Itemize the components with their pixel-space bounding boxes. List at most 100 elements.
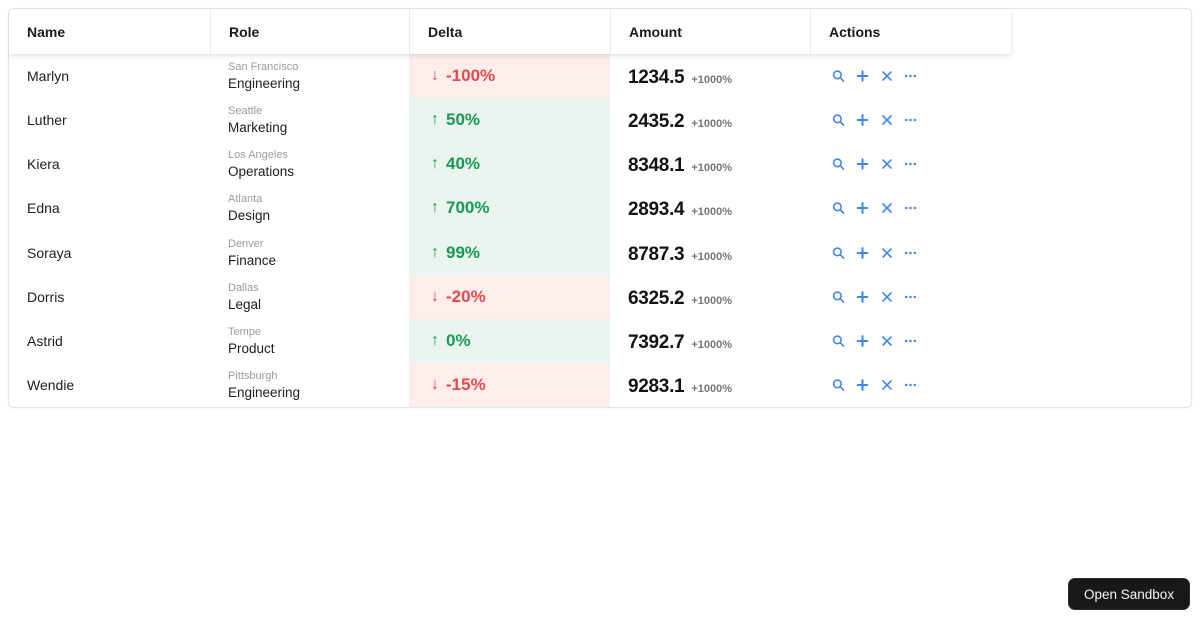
- person-department: Finance: [228, 252, 277, 268]
- amount-value: 8787.3: [628, 243, 685, 265]
- person-name: Luther: [27, 112, 67, 129]
- row-add-button[interactable]: [856, 114, 869, 127]
- row-close-button[interactable]: [880, 158, 893, 171]
- row-add-button[interactable]: [856, 246, 869, 259]
- delta-value: -100%: [446, 66, 496, 86]
- person-name: Marlyn: [27, 68, 70, 85]
- row-more-button[interactable]: [904, 70, 917, 83]
- row-close-button[interactable]: [880, 378, 893, 391]
- search-icon: [832, 70, 845, 82]
- trend-down-icon: ↓: [431, 375, 439, 393]
- row-more-button[interactable]: [904, 290, 917, 303]
- table-row: Wendie Pittsburgh Engineering ↓ -15% 928…: [9, 362, 1191, 407]
- search-icon: [832, 202, 845, 215]
- amount-change: +1000%: [691, 162, 733, 175]
- row-add-button[interactable]: [856, 202, 869, 215]
- amount-value: 9283.1: [628, 375, 685, 397]
- delta-cell: ↑ 0%: [409, 318, 610, 363]
- row-close-button[interactable]: [880, 114, 893, 127]
- amount-cell: 7392.7 +1000%: [610, 319, 810, 363]
- ellipsis-icon: [904, 339, 917, 343]
- person-department: Design: [228, 208, 271, 224]
- row-search-button[interactable]: [832, 202, 845, 215]
- trend-up-icon: ↑: [431, 155, 439, 173]
- close-icon: [881, 247, 892, 258]
- amount-change: +1000%: [691, 74, 733, 86]
- actions-cell: [810, 54, 1011, 98]
- row-search-button[interactable]: [832, 114, 845, 127]
- role-cell: San Francisco Engineering: [210, 54, 409, 98]
- row-search-button[interactable]: [832, 290, 845, 303]
- row-more-button[interactable]: [904, 202, 917, 215]
- amount-change: +1000%: [691, 250, 733, 263]
- row-more-button[interactable]: [904, 158, 917, 171]
- row-add-button[interactable]: [856, 290, 869, 303]
- delta-value: 50%: [446, 110, 481, 130]
- row-search-button[interactable]: [832, 334, 845, 347]
- column-header-amount: Amount: [610, 9, 810, 54]
- delta-value: 40%: [446, 154, 481, 174]
- table-body: Marlyn San Francisco Engineering ↓ -100%…: [9, 54, 1191, 407]
- table-row: Marlyn San Francisco Engineering ↓ -100%…: [9, 54, 1191, 99]
- name-cell: Astrid: [9, 319, 210, 363]
- row-add-button[interactable]: [856, 70, 869, 83]
- amount-change: +1000%: [691, 382, 733, 395]
- actions-cell: [810, 186, 1011, 230]
- open-sandbox-button[interactable]: Open Sandbox: [1068, 578, 1191, 610]
- delta-cell: ↑ 40%: [409, 142, 610, 187]
- row-add-button[interactable]: [856, 378, 869, 391]
- person-name: Wendie: [27, 376, 75, 393]
- row-close-button[interactable]: [880, 290, 893, 303]
- name-cell: Marlyn: [9, 54, 210, 98]
- plus-icon: [856, 70, 869, 82]
- row-search-button[interactable]: [832, 378, 845, 391]
- ellipsis-icon: [904, 251, 917, 254]
- amount-value: 8348.1: [628, 155, 685, 177]
- amount-cell: 2893.4 +1000%: [610, 186, 810, 230]
- amount-change: +1000%: [691, 338, 733, 351]
- row-close-button[interactable]: [880, 70, 893, 83]
- amount-value: 2435.2: [628, 111, 685, 133]
- search-icon: [832, 114, 845, 126]
- ellipsis-icon: [904, 118, 917, 122]
- ellipsis-icon: [904, 383, 917, 387]
- delta-cell: ↓ -100%: [409, 54, 610, 99]
- close-icon: [881, 71, 892, 81]
- ellipsis-icon: [904, 207, 917, 210]
- person-name: Edna: [27, 200, 60, 217]
- person-department: Engineering: [228, 76, 301, 92]
- row-more-button[interactable]: [904, 378, 917, 391]
- row-search-button[interactable]: [832, 158, 845, 171]
- role-cell: Atlanta Design: [210, 186, 409, 230]
- row-more-button[interactable]: [904, 334, 917, 347]
- table-row: Dorris Dallas Legal ↓ -20% 6325.2 +1000%: [9, 274, 1191, 319]
- search-icon: [832, 335, 845, 347]
- ellipsis-icon: [904, 74, 917, 78]
- row-search-button[interactable]: [832, 70, 845, 83]
- amount-cell: 8787.3 +1000%: [610, 231, 810, 275]
- row-close-button[interactable]: [880, 246, 893, 259]
- ellipsis-icon: [904, 295, 917, 298]
- person-department: Legal: [228, 296, 262, 312]
- search-icon: [832, 246, 845, 259]
- amount-value: 7392.7: [628, 331, 685, 353]
- role-cell: Dallas Legal: [210, 275, 409, 319]
- person-name: Astrid: [27, 332, 63, 349]
- name-cell: Edna: [9, 186, 210, 230]
- row-close-button[interactable]: [880, 202, 893, 215]
- data-table: Name Role Delta Amount Actions Marlyn Sa…: [8, 8, 1192, 408]
- row-close-button[interactable]: [880, 334, 893, 347]
- person-department: Operations: [228, 164, 295, 180]
- amount-value: 2893.4: [628, 199, 685, 221]
- table-row: Kiera Los Angeles Operations ↑ 40% 8348.…: [9, 142, 1191, 187]
- person-department: Engineering: [228, 384, 301, 400]
- row-search-button[interactable]: [832, 246, 845, 259]
- trend-down-icon: ↓: [431, 67, 439, 85]
- amount-change: +1000%: [691, 118, 733, 131]
- row-add-button[interactable]: [856, 334, 869, 347]
- row-add-button[interactable]: [856, 158, 869, 171]
- role-cell: Los Angeles Operations: [210, 142, 409, 186]
- row-more-button[interactable]: [904, 246, 917, 259]
- row-more-button[interactable]: [904, 114, 917, 127]
- amount-change: +1000%: [691, 206, 733, 219]
